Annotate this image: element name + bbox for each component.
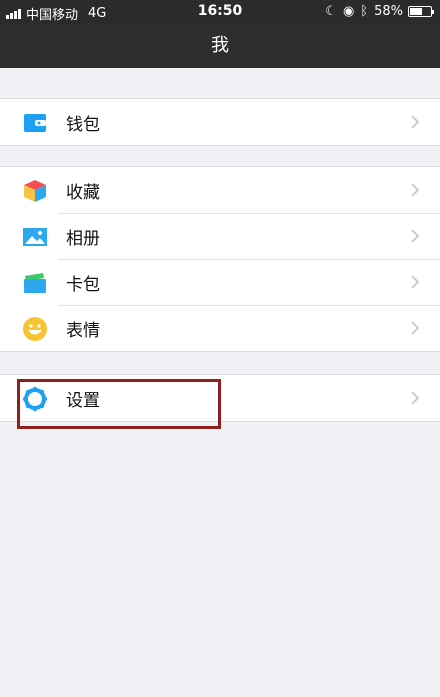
chevron-right-icon [411,321,420,335]
menu-item-album[interactable]: 相册 [0,213,440,259]
menu-item-label: 钱包 [66,114,100,135]
wallet-icon [24,114,46,132]
battery-fill [410,8,422,15]
status-bar: 中国移动 4G 16:50 ☾ ◉ ᛒ 58% [0,0,440,24]
rotation-lock-icon: ◉ [342,4,355,19]
menu-item-favorites[interactable]: 收藏 [0,167,440,213]
menu-item-label: 收藏 [66,182,100,203]
moon-icon: ☾ [325,4,337,19]
battery-percent: 58% [374,4,403,19]
chevron-right-icon [411,391,420,405]
menu-item-card-pack[interactable]: 卡包 [0,259,440,305]
menu-item-wallet[interactable]: 钱包 [0,99,440,145]
chevron-right-icon [411,115,420,129]
navigation-bar: 我 [0,24,440,68]
page-title: 我 [211,35,229,56]
battery-icon [408,6,434,17]
menu-group-content: 收藏 相册 卡包 表情 [0,166,440,352]
highlight-annotation-box [17,379,221,429]
smiley-icon [23,317,47,341]
photo-album-icon [23,228,47,246]
menu-group-wallet: 钱包 [0,98,440,146]
status-right: ☾ ◉ ᛒ 58% [319,4,434,19]
favorites-cube-icon [24,180,46,202]
menu-item-label: 卡包 [66,274,100,295]
bluetooth-icon: ᛒ [360,4,369,19]
card-pack-icon [24,273,46,293]
chevron-right-icon [411,183,420,197]
menu-item-label: 相册 [66,228,100,249]
chevron-right-icon [411,275,420,289]
chevron-right-icon [411,229,420,243]
menu-item-label: 表情 [66,320,100,341]
menu-item-stickers[interactable]: 表情 [0,305,440,351]
